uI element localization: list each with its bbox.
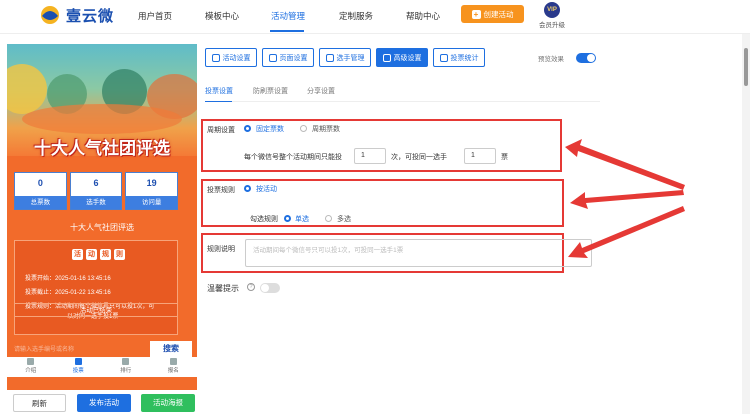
image-icon <box>268 53 277 62</box>
stats-row: 0 总票数 6 选手数 19 访问量 <box>14 172 179 210</box>
page-settings-button[interactable]: 页面设置 <box>262 48 314 67</box>
tab-share-settings[interactable]: 分享设置 <box>307 86 335 96</box>
intro-icon <box>27 358 35 365</box>
by-activity-label: 按活动 <box>256 186 277 193</box>
vip-upgrade-label: 会员升级 <box>539 22 565 29</box>
vote-times-input[interactable]: 1 <box>354 148 386 164</box>
stat-contestants: 6 选手数 <box>69 172 123 210</box>
rule-end-time: 投票截止：2025-01-22 13:45:16 <box>25 290 111 296</box>
scrollbar-track[interactable] <box>742 34 750 414</box>
ranking-icon <box>122 358 130 365</box>
radio-fixed-votes[interactable] <box>244 125 251 132</box>
vote-flag-icon <box>74 358 82 365</box>
rules-title: 活 动 规 则 <box>72 249 125 260</box>
advanced-settings-button[interactable]: 高级设置 <box>376 48 428 67</box>
tab-intro[interactable]: 介绍 <box>7 357 55 377</box>
cycle-settings-label: 周期设置 <box>207 127 235 134</box>
vip-badge-icon: VIP <box>544 2 560 18</box>
stat-total-votes: 0 总票数 <box>14 172 67 210</box>
activity-ended-label: 活动已结束 <box>14 303 178 317</box>
contestant-management-button[interactable]: 选手管理 <box>319 48 371 67</box>
activity-name: 十大人气社团评选 <box>70 223 134 232</box>
activity-settings-button[interactable]: 活动设置 <box>205 48 257 67</box>
multi-choice-label: 多选 <box>337 216 351 223</box>
search-input[interactable]: 请输入选手编号或名称 <box>14 344 146 357</box>
radio-by-activity[interactable] <box>244 185 251 192</box>
star-icon <box>211 53 220 62</box>
nav-template-center[interactable]: 模板中心 <box>205 10 239 22</box>
vip-upgrade[interactable]: VIP 会员升级 <box>536 2 568 29</box>
banner-title: 十大人气社团评选 <box>34 139 170 158</box>
tab-ranking[interactable]: 排行 <box>102 357 150 377</box>
vote-statistics-button[interactable]: 投票统计 <box>433 48 485 67</box>
signup-icon <box>169 358 177 365</box>
plus-icon: + <box>471 9 481 19</box>
rules-card: 活 动 规 则 投票开始：2025-01-16 13:45:16 投票截止：20… <box>14 240 178 335</box>
phone-tabbar: 介绍 投票 排行 报名 <box>7 357 197 377</box>
rule-start-time: 投票开始：2025-01-16 13:45:16 <box>25 276 111 282</box>
tab-vote-settings[interactable]: 投票设置 <box>205 86 233 96</box>
cycle-text-mid: 次，可投同一选手 <box>391 154 447 161</box>
vote-rule-label: 投票规则 <box>207 187 235 194</box>
settings-icon <box>382 53 391 62</box>
phone-preview: 十大人气社团评选 0 总票数 6 选手数 19 访问量 十大人气社团评选 活 动… <box>7 44 197 390</box>
help-icon[interactable]: ? <box>247 283 255 291</box>
settings-subtabs: 投票设置 防刷票设置 分享设置 <box>205 84 600 102</box>
subtab-active-indicator <box>205 101 232 102</box>
rule-description-label: 规则说明 <box>207 246 235 253</box>
cycle-text-prefix: 每个微信号整个活动期间只能投 <box>244 154 342 161</box>
single-choice-label: 单选 <box>295 216 309 223</box>
scrollbar-thumb[interactable] <box>744 48 748 86</box>
nav-active-indicator <box>270 30 304 32</box>
radio-single-choice[interactable] <box>284 215 291 222</box>
fixed-votes-label: 固定票数 <box>256 126 284 133</box>
preview-toggle[interactable] <box>576 53 596 63</box>
logo[interactable]: 壹云微 <box>38 4 114 26</box>
nav-custom-service[interactable]: 定制服务 <box>339 10 373 22</box>
preview-label: 预览效果 <box>538 56 564 63</box>
nav-user-home[interactable]: 用户首页 <box>138 10 172 22</box>
nav-activity-management[interactable]: 活动管理 <box>271 10 305 22</box>
stat-visits: 19 访问量 <box>125 172 179 210</box>
create-activity-button[interactable]: + 创建活动 <box>461 5 524 23</box>
logo-icon <box>38 4 62 26</box>
publish-button[interactable]: 发布活动 <box>77 394 131 412</box>
tip-toggle[interactable] <box>260 283 280 293</box>
annotation-arrows <box>565 139 685 258</box>
users-icon <box>325 53 334 62</box>
poster-button[interactable]: 活动海报 <box>141 394 195 412</box>
refresh-button[interactable]: 刷新 <box>13 394 66 412</box>
search-button[interactable]: 搜索 <box>150 341 192 357</box>
cycle-text-suffix: 票 <box>501 154 508 161</box>
tab-signup[interactable]: 报名 <box>150 357 198 377</box>
top-navbar: 壹云微 用户首页 模板中心 活动管理 定制服务 帮助中心 + 创建活动 VIP … <box>0 0 750 34</box>
tip-label: 温馨提示 <box>207 284 239 293</box>
votes-per-contestant-input[interactable]: 1 <box>464 148 496 164</box>
rule-description-textarea[interactable]: 活动期间每个微信号只可以投1次，可投同一选手1票 <box>245 239 592 267</box>
radio-multi-choice[interactable] <box>325 215 332 222</box>
radio-periodic-votes[interactable] <box>300 125 307 132</box>
tab-anti-fraud-settings[interactable]: 防刷票设置 <box>253 86 288 96</box>
nav-help-center[interactable]: 帮助中心 <box>406 10 440 22</box>
periodic-votes-label: 周期票数 <box>312 126 340 133</box>
check-rule-label: 勾选规则 <box>250 216 278 223</box>
tab-vote[interactable]: 投票 <box>55 357 103 377</box>
logo-text: 壹云微 <box>66 7 115 25</box>
bar-chart-icon <box>439 53 448 62</box>
